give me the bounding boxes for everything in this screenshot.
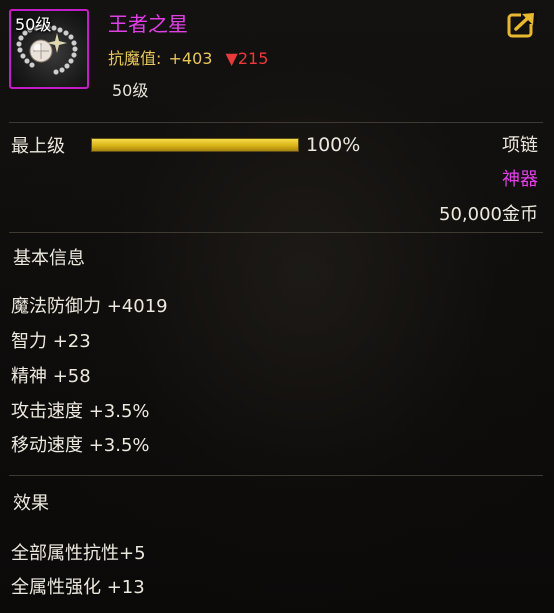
down-triangle-icon: ▼ — [225, 49, 238, 68]
grade-progress-bar — [91, 138, 299, 152]
item-icon-level: 50级 — [15, 15, 52, 34]
grade-progress-text: 100% — [306, 134, 361, 156]
divider — [9, 475, 543, 476]
stat-line: 魔法防御力 +4019 — [11, 296, 168, 317]
divider — [9, 232, 543, 233]
share-export-icon — [507, 10, 537, 38]
item-rarity: 神器 — [502, 169, 538, 190]
item-level: 50级 — [112, 81, 149, 100]
section-title-basic-info: 基本信息 — [13, 248, 85, 269]
divider — [9, 122, 543, 123]
share-button[interactable] — [507, 10, 537, 38]
item-header: 50级 王者之星 抗魔值: +403 ▼215 50级 — [0, 0, 554, 122]
effect-line: 全属性强化 +13 — [11, 577, 145, 598]
grade-progress-fill — [92, 139, 298, 151]
item-tooltip-panel: 50级 王者之星 抗魔值: +403 ▼215 50级 最上级 100% 项链 … — [0, 0, 554, 613]
resist-value: +403 — [168, 49, 213, 68]
item-price: 50,000金币 — [439, 204, 538, 225]
necklace-item-icon: 50级 — [9, 9, 89, 89]
resist-row: 抗魔值: +403 ▼215 — [108, 45, 268, 69]
resist-label: 抗魔值: — [108, 49, 162, 68]
stat-line: 智力 +23 — [11, 331, 91, 352]
effect-line: 全部属性抗性+5 — [11, 543, 146, 564]
item-type: 项链 — [502, 135, 538, 156]
grade-label: 最上级 — [11, 136, 65, 157]
item-name: 王者之星 — [108, 12, 188, 36]
stat-line: 精神 +58 — [11, 366, 91, 387]
stat-line: 移动速度 +3.5% — [11, 435, 150, 456]
stat-line: 攻击速度 +3.5% — [11, 401, 150, 422]
resist-down-value: 215 — [237, 49, 269, 68]
section-title-effects: 效果 — [13, 493, 49, 514]
